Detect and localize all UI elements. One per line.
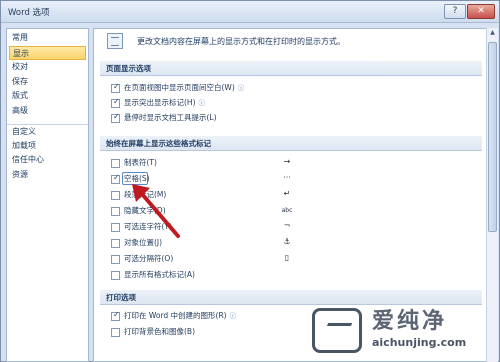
- window-title: Word 选项: [8, 8, 50, 18]
- checkbox-optional-breaks[interactable]: [111, 255, 120, 264]
- paragraph-mark-icon: ↵: [283, 189, 291, 198]
- title-bar[interactable]: Word 选项 ? ✕: [1, 1, 499, 23]
- sidebar-item-display[interactable]: 显示: [9, 45, 86, 60]
- watermark-url: aichunjing.com: [372, 336, 467, 349]
- section-page-display: 页面显示选项: [100, 61, 482, 76]
- option-label: 打印背景色和图像(B): [124, 327, 195, 336]
- question-mark-icon: ?: [452, 6, 458, 16]
- option-show-all-marks[interactable]: 显示所有格式标记(A): [111, 268, 471, 282]
- scrollbar-thumb[interactable]: [488, 42, 497, 232]
- sidebar-item-layout[interactable]: 版式: [7, 89, 88, 104]
- sidebar-item-addins[interactable]: 加载项: [7, 139, 88, 154]
- option-label: 显示所有格式标记(A): [124, 270, 195, 279]
- option-label: 悬停时显示文档工具提示(L): [124, 113, 217, 122]
- tab-symbol-icon: →: [283, 157, 291, 166]
- option-label: 打印在 Word 中创建的图形(R): [124, 311, 227, 320]
- hidden-text-icon: abc: [281, 207, 293, 214]
- option-optional-breaks[interactable]: 可选分隔符(O) ▯: [111, 252, 471, 266]
- option-label: 可选分隔符(O): [124, 254, 174, 263]
- close-button[interactable]: ✕: [467, 4, 495, 19]
- option-label: 显示突出显示标记(H): [124, 98, 196, 107]
- checkbox-print-drawings[interactable]: [111, 310, 120, 321]
- display-settings-icon: [107, 33, 123, 49]
- option-label: 在页面视图中显示页面间空白(W): [124, 83, 235, 92]
- options-sidebar: 常用 显示 校对 保存 版式 高级 自定义 加载项 信任中心 资源: [6, 28, 89, 362]
- option-tab-characters[interactable]: 制表符(T) →: [111, 156, 471, 170]
- watermark: 爱纯净 aichunjing.com: [298, 299, 498, 361]
- optional-hyphen-icon: ¬: [283, 221, 291, 230]
- anchor-icon: ⚓: [283, 237, 291, 246]
- option-show-highlighter[interactable]: 显示突出显示标记(H)ⓘ: [111, 96, 471, 110]
- close-icon: ✕: [477, 6, 485, 16]
- sidebar-item-proofing[interactable]: 校对: [7, 60, 88, 75]
- option-show-whitespace[interactable]: 在页面视图中显示页面间空白(W)ⓘ: [111, 81, 471, 95]
- space-dots-icon: ···: [283, 173, 291, 182]
- sidebar-item-save[interactable]: 保存: [7, 75, 88, 90]
- checkbox-show-all-marks[interactable]: [111, 271, 120, 280]
- checkbox-optional-hyphens[interactable]: [111, 223, 120, 232]
- option-show-tooltips[interactable]: 悬停时显示文档工具提示(L): [111, 111, 471, 125]
- optional-break-icon: ▯: [284, 253, 290, 262]
- scroll-up-arrow-icon[interactable]: ▲: [488, 29, 497, 39]
- option-label: 制表符(T): [124, 158, 157, 167]
- watermark-brand: 爱纯净: [372, 309, 448, 334]
- info-icon[interactable]: ⓘ: [199, 97, 206, 107]
- panel-header: 更改文档内容在屏幕上的显示方式和在打印时的显示方式。: [94, 29, 488, 53]
- sidebar-item-customize[interactable]: 自定义: [7, 124, 88, 139]
- sidebar-item-advanced[interactable]: 高级: [7, 104, 88, 119]
- checkbox-spaces[interactable]: [111, 173, 120, 184]
- option-label: 空格(S): [124, 174, 150, 183]
- checkbox-tab-characters[interactable]: [111, 159, 120, 168]
- checkbox-paragraph-marks[interactable]: [111, 191, 120, 200]
- checkbox-show-highlighter[interactable]: [111, 97, 120, 108]
- red-arrow-annotation: [132, 184, 180, 238]
- help-button[interactable]: ?: [444, 4, 466, 19]
- checkbox-object-anchors[interactable]: [111, 239, 120, 248]
- panel-description: 更改文档内容在屏幕上的显示方式和在打印时的显示方式。: [137, 37, 345, 46]
- checkbox-show-whitespace[interactable]: [111, 82, 120, 93]
- checkbox-show-tooltips[interactable]: [111, 112, 120, 123]
- checkbox-print-background[interactable]: [111, 328, 120, 337]
- sidebar-item-resources[interactable]: 资源: [7, 168, 88, 183]
- section-formatting-marks: 始终在屏幕上显示这些格式标记: [100, 136, 482, 151]
- info-icon[interactable]: ⓘ: [230, 310, 237, 320]
- sidebar-item-trust-center[interactable]: 信任中心: [7, 153, 88, 168]
- sidebar-item-common[interactable]: 常用: [7, 31, 88, 46]
- watermark-logo-icon: [312, 308, 362, 353]
- info-icon[interactable]: ⓘ: [238, 82, 245, 92]
- checkbox-hidden-text[interactable]: [111, 207, 120, 216]
